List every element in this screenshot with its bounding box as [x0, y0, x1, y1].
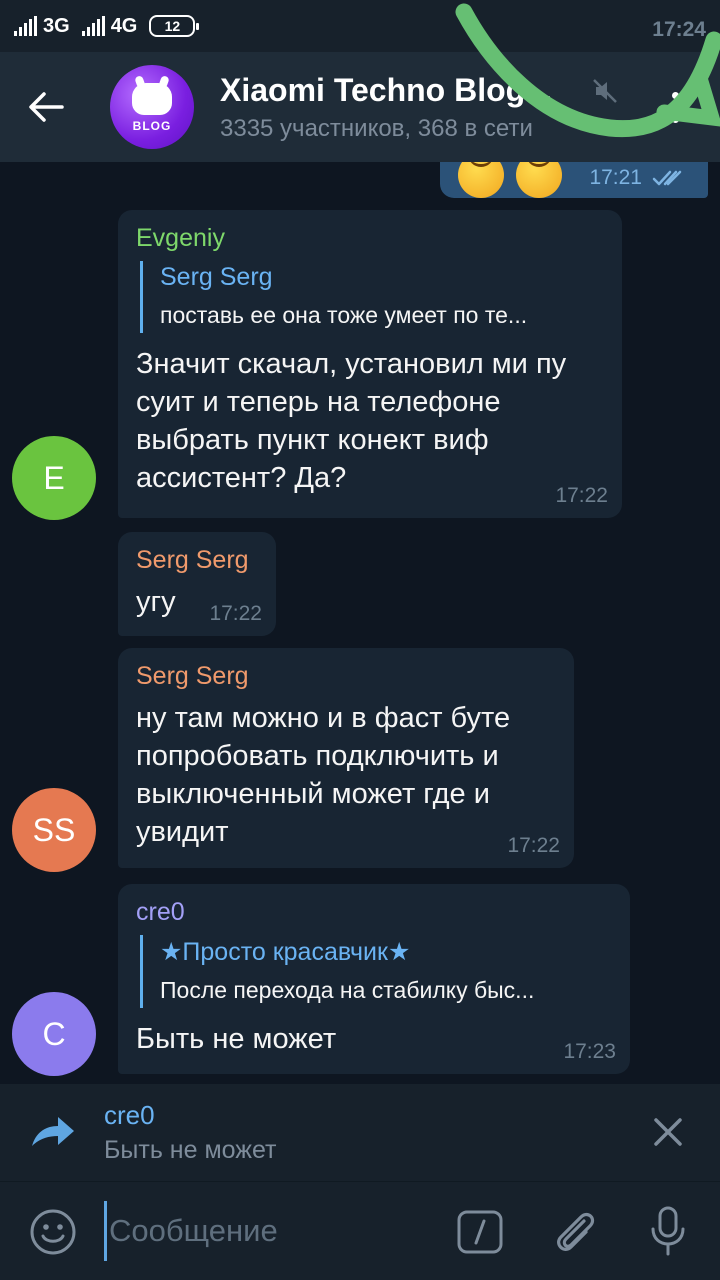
- reply-preview-bar[interactable]: cre0 Быть не может: [0, 1084, 720, 1182]
- avatar[interactable]: SS: [12, 788, 96, 872]
- message-text: ну там можно и в фаст буте попробовать п…: [136, 702, 511, 848]
- signal-icon: [14, 16, 37, 36]
- reply-preview-text: Быть не может: [104, 1136, 277, 1164]
- status-bar: 17:24 3G 4G 12: [0, 0, 720, 52]
- avatar-initials: C: [42, 1015, 66, 1052]
- dot-icon: [671, 103, 679, 111]
- sender-name[interactable]: Serg Serg: [136, 662, 556, 691]
- group-avatar[interactable]: BLOG: [110, 65, 194, 149]
- dot-icon: [671, 115, 679, 123]
- message-bubble[interactable]: Evgeniy Serg Serg поставь ее она тоже ум…: [118, 210, 622, 518]
- message-time: 17:22: [209, 602, 262, 625]
- avatar-initials: E: [43, 459, 65, 496]
- smiley-icon[interactable]: [28, 1207, 78, 1257]
- message-text: Значит скачал, установил ми пу суит и те…: [136, 348, 567, 494]
- back-button[interactable]: [0, 52, 92, 162]
- reply-text: После перехода на стабилку быс...: [160, 977, 535, 1003]
- reply-sender: ★Просто красавчик★: [160, 938, 411, 966]
- network-3g-label: 3G: [43, 14, 70, 37]
- avatar-blog-label: BLOG: [132, 119, 172, 133]
- message-bubble[interactable]: cre0 ★Просто красавчик★ После перехода н…: [118, 884, 630, 1074]
- arrow-left-icon: [29, 92, 64, 122]
- message-time: 17:21: [589, 166, 642, 189]
- reply-text: поставь ее она тоже умеет по те...: [160, 302, 528, 328]
- chat-subtitle: 3335 участников, 368 в сети: [220, 114, 533, 142]
- reply-arrow-icon: [32, 1117, 74, 1146]
- reply-quote[interactable]: ★Просто красавчик★ После перехода на ста…: [140, 935, 612, 1008]
- signal-icon: [81, 16, 105, 36]
- mute-icon: [593, 79, 617, 103]
- message-text: Быть не может: [136, 1023, 337, 1055]
- reply-preview-name: cre0: [104, 1100, 155, 1130]
- message-time: 17:22: [507, 834, 560, 857]
- avatar[interactable]: E: [12, 436, 96, 520]
- reply-sender: Serg Serg: [160, 263, 273, 291]
- chat-header: BLOG Xiaomi Techno Blog... 3335 участник…: [0, 52, 720, 162]
- microphone-icon[interactable]: [648, 1205, 688, 1257]
- chat-title: Xiaomi Techno Blog...: [220, 71, 552, 108]
- avatar-initials: SS: [32, 811, 76, 848]
- reply-quote[interactable]: Serg Serg поставь ее она тоже умеет по т…: [140, 261, 604, 333]
- dot-icon: [671, 91, 679, 99]
- compose-bar: [0, 1183, 720, 1280]
- chat-title-area[interactable]: Xiaomi Techno Blog... 3335 участников, 3…: [220, 72, 610, 143]
- sender-name[interactable]: Serg Serg: [136, 546, 258, 575]
- close-icon[interactable]: [648, 1112, 688, 1152]
- sender-name[interactable]: cre0: [136, 898, 612, 927]
- network-4g-label: 4G: [110, 14, 138, 37]
- status-time: 17:24: [652, 18, 706, 41]
- outgoing-message[interactable]: 17:21: [440, 162, 708, 198]
- emoji-icon: [458, 162, 504, 198]
- message-bubble[interactable]: Serg Serg угу 17:22: [118, 532, 276, 636]
- avatar[interactable]: C: [12, 992, 96, 1076]
- paperclip-icon[interactable]: [550, 1207, 600, 1257]
- message-bubble[interactable]: Serg Serg ну там можно и в фаст буте поп…: [118, 648, 574, 868]
- message-time: 17:23: [563, 1040, 616, 1063]
- double-check-icon: [652, 170, 682, 186]
- message-input[interactable]: [104, 1201, 424, 1261]
- emoji-icon: [516, 162, 562, 198]
- more-menu-button[interactable]: [650, 72, 700, 142]
- message-time: 17:22: [555, 484, 608, 507]
- bot-command-icon[interactable]: [456, 1209, 504, 1255]
- mascot-icon: [132, 83, 172, 115]
- battery-level: 12: [164, 18, 181, 34]
- battery-icon: 12: [149, 15, 200, 37]
- sender-name[interactable]: Evgeniy: [136, 224, 604, 253]
- message-list[interactable]: 17:21 Evgeniy Serg Serg поставь ее она т…: [0, 162, 720, 1084]
